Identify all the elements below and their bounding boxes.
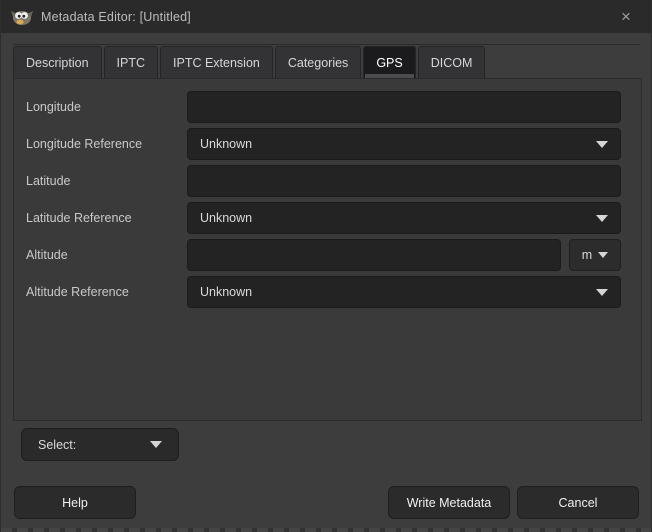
select-dropdown[interactable]: Select: — [21, 428, 179, 461]
tab-description[interactable]: Description — [13, 46, 102, 78]
altitude-reference-label: Altitude Reference — [26, 276, 175, 308]
altitude-unit-dropdown[interactable]: m — [569, 239, 621, 271]
altitude-reference-dropdown[interactable]: Unknown — [187, 276, 621, 308]
altitude-input[interactable] — [187, 239, 561, 271]
gimp-wilber-icon — [11, 8, 33, 26]
chevron-down-icon — [150, 441, 162, 448]
tab-iptc[interactable]: IPTC — [104, 46, 158, 78]
longitude-reference-label: Longitude Reference — [26, 128, 175, 160]
cancel-button[interactable]: Cancel — [517, 486, 639, 519]
latitude-reference-label: Latitude Reference — [26, 202, 175, 234]
metadata-tabs: Description IPTC IPTC Extension Categori… — [13, 44, 640, 78]
altitude-unit-value: m — [582, 248, 592, 262]
longitude-reference-dropdown[interactable]: Unknown — [187, 128, 621, 160]
metadata-editor-dialog: Metadata Editor: [Untitled] × Descriptio… — [0, 0, 652, 532]
chevron-down-icon — [598, 252, 608, 258]
help-button[interactable]: Help — [14, 486, 136, 519]
window-resize-edge[interactable] — [1, 528, 651, 532]
longitude-input[interactable] — [187, 91, 621, 123]
write-metadata-button[interactable]: Write Metadata — [388, 486, 510, 519]
longitude-label: Longitude — [26, 91, 175, 123]
gps-tab-panel: Longitude Longitude Reference Unknown La… — [13, 78, 642, 421]
select-dropdown-label: Select: — [38, 438, 76, 452]
tab-gps[interactable]: GPS — [363, 46, 415, 78]
chevron-down-icon — [596, 289, 608, 296]
chevron-down-icon — [596, 215, 608, 222]
latitude-reference-value: Unknown — [200, 211, 252, 225]
altitude-row: m — [187, 239, 621, 271]
latitude-input[interactable] — [187, 165, 621, 197]
titlebar: Metadata Editor: [Untitled] × — [1, 0, 651, 33]
close-icon[interactable]: × — [611, 0, 641, 33]
chevron-down-icon — [596, 141, 608, 148]
altitude-label: Altitude — [26, 239, 175, 271]
tab-dicom[interactable]: DICOM — [418, 46, 486, 78]
tab-iptc-extension[interactable]: IPTC Extension — [160, 46, 273, 78]
latitude-label: Latitude — [26, 165, 175, 197]
tab-categories[interactable]: Categories — [275, 46, 361, 78]
latitude-reference-dropdown[interactable]: Unknown — [187, 202, 621, 234]
gps-form: Longitude Longitude Reference Unknown La… — [26, 91, 621, 308]
window-title: Metadata Editor: [Untitled] — [41, 10, 191, 24]
longitude-reference-value: Unknown — [200, 137, 252, 151]
altitude-reference-value: Unknown — [200, 285, 252, 299]
